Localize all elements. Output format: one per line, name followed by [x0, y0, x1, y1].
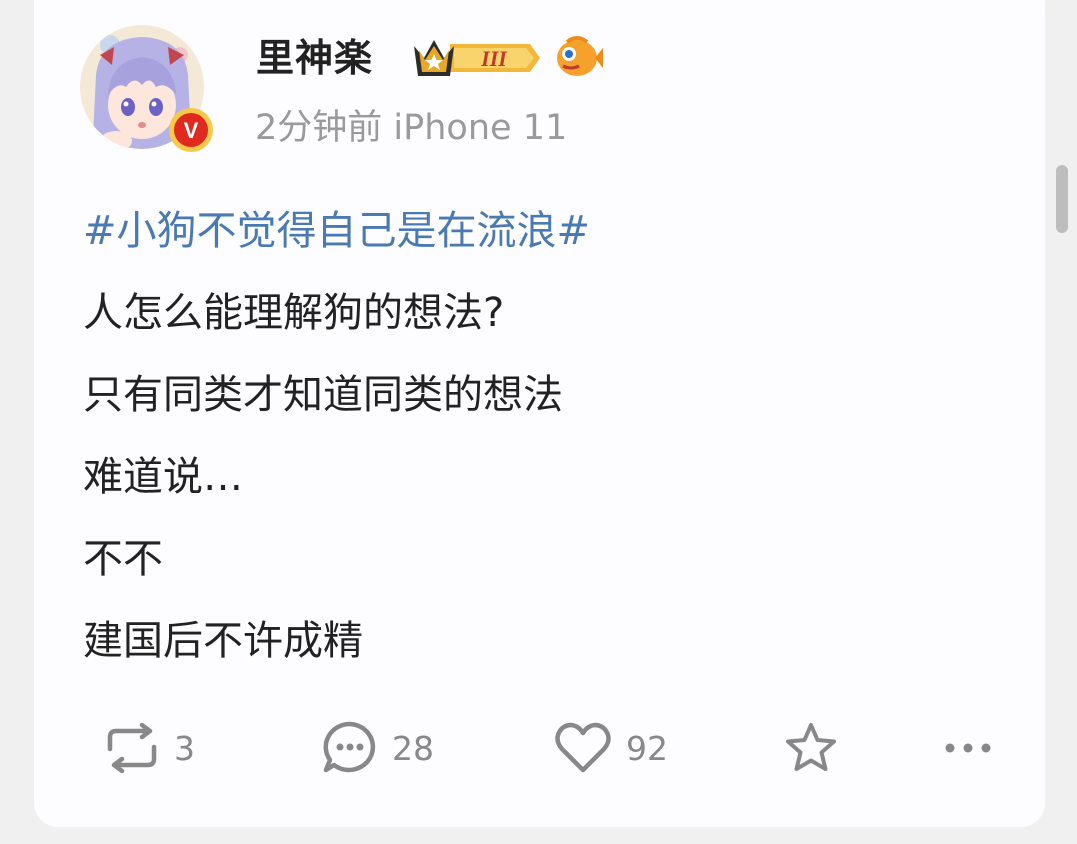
action-bar: 3 28 92	[0, 716, 1077, 780]
post-line: 难道说…	[83, 454, 243, 500]
verified-badge: V	[169, 108, 213, 152]
vip-level: III	[480, 46, 508, 71]
like-count: 92	[626, 728, 668, 768]
heart-icon	[555, 722, 611, 773]
fish-icon	[557, 36, 603, 76]
svg-text:V: V	[184, 118, 199, 143]
crown-icon[interactable]: III	[410, 32, 542, 84]
post-meta: 2分钟前 iPhone 11	[255, 104, 567, 152]
comment-count: 28	[392, 728, 434, 768]
post-time: 2分钟前	[255, 108, 383, 148]
repost-icon	[107, 723, 157, 773]
post-line: 建国后不许成精	[83, 618, 363, 664]
author-name[interactable]: 里神楽	[256, 28, 373, 88]
topic-link[interactable]: #小狗不觉得自己是在流浪#	[83, 190, 590, 272]
post-line: 只有同类才知道同类的想法	[83, 372, 563, 418]
star-icon	[786, 723, 836, 771]
more-icon	[945, 743, 991, 753]
repost-count: 3	[174, 728, 195, 768]
post-line: 人怎么能理解狗的想法?	[83, 290, 505, 336]
repost-button[interactable]: 3	[104, 716, 195, 780]
more-button[interactable]	[944, 716, 992, 780]
comment-button[interactable]: 28	[322, 716, 434, 780]
post-device[interactable]: iPhone 11	[393, 108, 567, 148]
post-content: #小狗不觉得自己是在流浪# 人怎么能理解狗的想法? 只有同类才知道同类的想法 难…	[83, 190, 590, 682]
like-button[interactable]: 92	[554, 716, 668, 780]
comment-icon	[323, 721, 376, 773]
post-line: 不不	[83, 536, 163, 582]
scrollbar[interactable]	[1056, 165, 1068, 233]
favorite-button[interactable]	[783, 716, 839, 780]
